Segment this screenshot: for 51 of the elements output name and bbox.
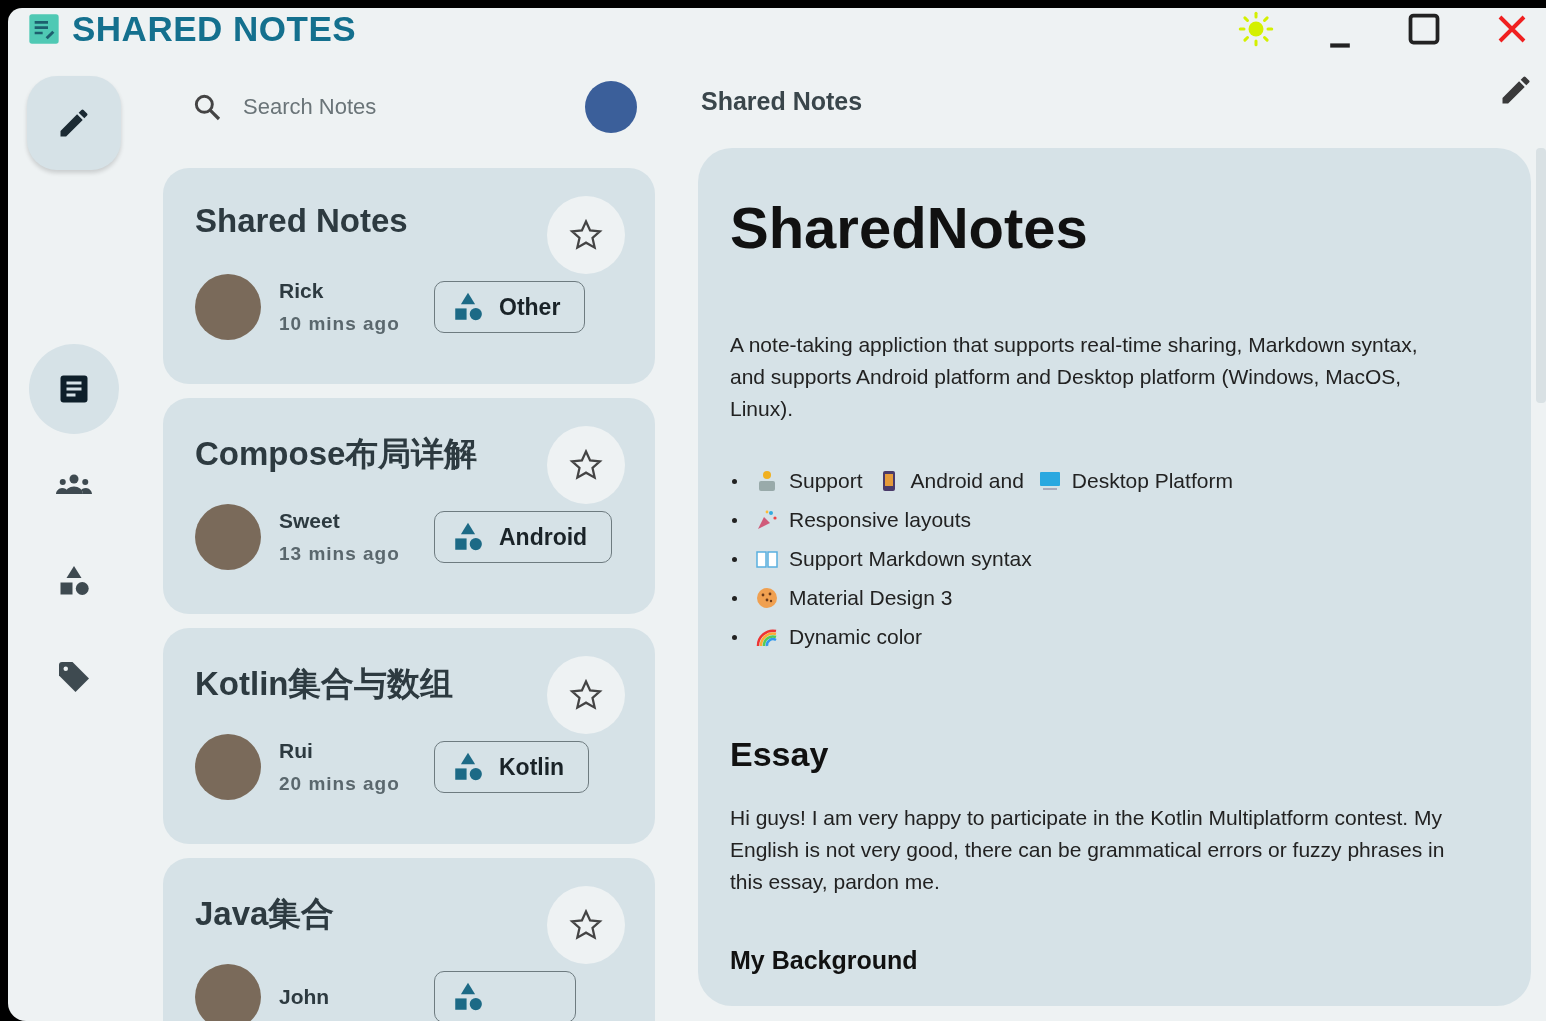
timestamp: 13 mins ago	[279, 543, 401, 565]
bullet-dot	[732, 634, 737, 640]
bullet-dot	[732, 556, 737, 562]
maximize-icon[interactable]	[1406, 11, 1442, 47]
list-item-text: Dynamic color	[789, 625, 923, 649]
list-item-text: Android and	[910, 469, 1024, 493]
note-title: Shared Notes	[195, 202, 408, 240]
star-icon	[569, 908, 603, 942]
app-title: SHARED NOTES	[72, 9, 357, 49]
list-item-text: Desktop Platform	[1071, 469, 1233, 493]
note-card[interactable]: Java集合 John	[163, 858, 655, 1021]
search-field[interactable]: Search Notes	[241, 93, 485, 121]
note-title: Compose布局详解	[195, 434, 478, 474]
cookie-icon	[755, 586, 779, 610]
timestamp: 10 mins ago	[279, 313, 401, 335]
avatar[interactable]	[585, 81, 637, 133]
note-title: Kotlin集合与数组	[195, 664, 454, 704]
monitor-icon	[1037, 469, 1062, 493]
star-icon	[569, 218, 603, 252]
star-icon	[569, 678, 603, 712]
bullet-dot	[732, 478, 737, 484]
note-title: Shared Notes	[701, 86, 863, 116]
star-icon	[569, 448, 603, 482]
author-name: Sweet	[279, 509, 341, 533]
author-name: John	[279, 985, 331, 1009]
bullet-dot	[732, 517, 737, 523]
list-item-text: Responsive layouts	[789, 508, 972, 532]
list-item-text: Support	[789, 469, 863, 493]
bullet-dot	[732, 595, 737, 601]
timestamp: 20 mins ago	[279, 773, 401, 795]
heading: SharedNotes	[730, 194, 1089, 261]
note-card[interactable]: Compose布局详解 Sweet 13 mins ago Android	[163, 398, 655, 614]
paragraph: Hi guys! I am very happy to participate in the Kotlin Multiplatform contest. My English is not very good, there can be grammatical errors or fuzzy phrases in this essay, pardon me.	[730, 805, 1446, 895]
author-name: Rick	[279, 279, 325, 303]
tag-chip[interactable]: Other	[434, 281, 586, 333]
list-item-text: Support Markdown syntax	[789, 547, 1032, 571]
paragraph: A note-taking appliction that supports real-time sharing, Markdown syntax, and supports Android platform and Desktop platform (Windows, MacOS, Linux).	[730, 332, 1419, 422]
compose-button[interactable]	[27, 76, 121, 170]
avatar	[195, 964, 261, 1021]
tag-icon	[56, 659, 92, 695]
note-title: Java集合	[195, 894, 335, 934]
heading: Essay	[730, 735, 830, 774]
tag-chip[interactable]: Kotlin	[434, 741, 590, 793]
note-card[interactable]: Shared Notes Rick 10 mins ago Other	[163, 168, 655, 384]
heading: My Background	[730, 946, 919, 975]
note-card[interactable]: Kotlin集合与数组 Rui 20 mins ago Kotlin	[163, 628, 655, 844]
author-name: Rui	[279, 739, 314, 763]
party-popper-icon	[755, 508, 779, 532]
list-item-text: Material Design 3	[789, 586, 953, 610]
tag-chip[interactable]: Android	[434, 511, 613, 563]
app-logo-icon	[28, 13, 60, 45]
